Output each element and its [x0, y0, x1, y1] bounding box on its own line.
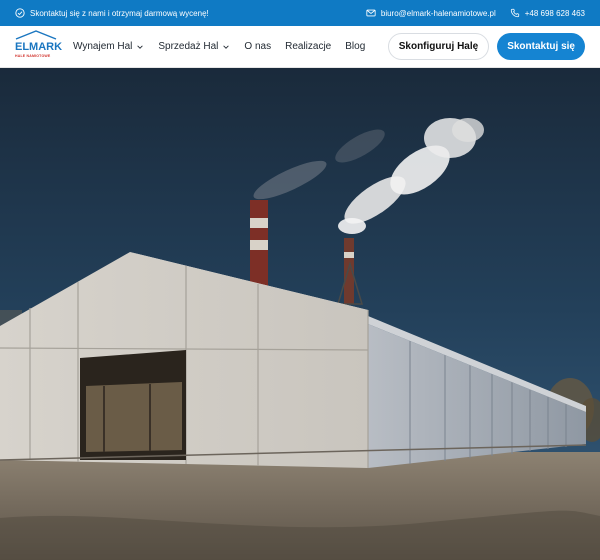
nav-item-realizacje[interactable]: Realizacje [285, 41, 331, 52]
nav-actions: Skonfiguruj Halę Skontaktuj się [387, 33, 585, 60]
chimney-stripe [344, 252, 354, 258]
nav-menu: Wynajem Hal Sprzedaż Hal O nas Realizacj… [73, 41, 365, 52]
nav-item-blog[interactable]: Blog [345, 41, 365, 52]
tent-interior [86, 382, 182, 452]
nav-item-label: Realizacje [285, 41, 332, 52]
check-circle-icon [15, 8, 25, 18]
phone-icon [510, 8, 519, 18]
logo-mark: ELMARK [15, 30, 63, 53]
logo[interactable]: ELMARK HALE NAMIOTOWE [15, 30, 62, 58]
phone-text: +48 698 628 463 [524, 8, 585, 18]
chevron-down-icon [137, 44, 144, 49]
logo-brand: ELMARK [15, 41, 63, 53]
tent-hall-photo [0, 68, 600, 560]
contact-prompt-text: Skontaktuj się z nami i otrzymaj darmową… [30, 8, 209, 18]
nav-item-o-nas[interactable]: O nas [244, 41, 271, 52]
chimney-stripe [250, 218, 268, 228]
smoke-plume-right [338, 218, 366, 234]
contact-prompt[interactable]: Skontaktuj się z nami i otrzymaj darmową… [15, 8, 209, 18]
nav-item-label: Blog [345, 41, 366, 52]
contact-button[interactable]: Skontaktuj się [497, 33, 585, 60]
chevron-down-icon [223, 44, 230, 49]
top-contact-bar: Skontaktuj się z nami i otrzymaj darmową… [0, 0, 600, 26]
email-link[interactable]: biuro@elmark-halenamiotowe.pl [366, 8, 496, 18]
phone-link[interactable]: +48 698 628 463 [510, 8, 585, 18]
configure-hall-button[interactable]: Skonfiguruj Halę [387, 33, 490, 60]
logo-roof-icon [15, 30, 57, 40]
nav-item-wynajem-hal[interactable]: Wynajem Hal [73, 41, 144, 52]
mail-icon [366, 9, 376, 17]
nav-item-label: Sprzedaż Hal [158, 41, 219, 52]
email-text: biuro@elmark-halenamiotowe.pl [380, 8, 496, 18]
logo-tagline: HALE NAMIOTOWE [15, 54, 51, 58]
chimney-stripe [250, 240, 268, 250]
smoke-plume-right [452, 118, 484, 142]
nav-item-sprzedaz-hal[interactable]: Sprzedaż Hal [158, 41, 230, 52]
nav-item-label: Wynajem Hal [73, 41, 133, 52]
main-navbar: ELMARK HALE NAMIOTOWE Wynajem Hal Sprzed… [0, 26, 600, 68]
hero-image [0, 68, 600, 560]
nav-item-label: O nas [244, 41, 272, 52]
